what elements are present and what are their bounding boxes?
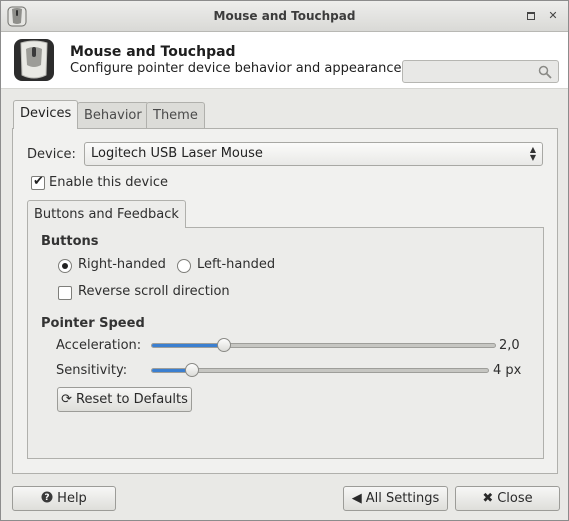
tab-theme[interactable]: Theme	[146, 102, 205, 129]
left-handed-radio[interactable]	[177, 259, 191, 273]
reverse-scroll-label[interactable]: Reverse scroll direction	[78, 284, 230, 299]
buttons-section-title: Buttons	[41, 234, 99, 249]
checkmark-icon: ✔	[33, 174, 44, 189]
dialog-header: Mouse and Touchpad Configure pointer dev…	[1, 32, 568, 89]
header-subtitle: Configure pointer device behavior and ap…	[70, 61, 402, 76]
search-icon	[538, 65, 552, 79]
close-label: Close	[497, 491, 533, 506]
sensitivity-value: 4 px	[493, 363, 522, 378]
radio-dot	[62, 263, 68, 269]
reset-icon: ⟳	[61, 392, 72, 407]
close-button[interactable]: ✖ Close	[455, 486, 560, 511]
title-bar[interactable]: Mouse and Touchpad ✕	[1, 1, 568, 32]
acceleration-slider-handle[interactable]	[217, 338, 231, 352]
tab-buttons-and-feedback[interactable]: Buttons and Feedback	[27, 200, 186, 228]
all-settings-label: All Settings	[365, 491, 440, 506]
enable-device-label[interactable]: Enable this device	[49, 175, 168, 190]
sensitivity-label: Sensitivity:	[56, 363, 128, 378]
right-handed-label[interactable]: Right-handed	[78, 257, 166, 272]
acceleration-value: 2,0	[499, 338, 520, 353]
window-title: Mouse and Touchpad	[213, 9, 356, 23]
tab-devices[interactable]: Devices	[13, 100, 79, 129]
acceleration-label: Acceleration:	[56, 338, 142, 353]
acceleration-slider-fill	[152, 344, 224, 347]
maximize-icon[interactable]	[522, 7, 540, 25]
combo-arrows-icon: ▲ ▼	[529, 145, 536, 162]
sensitivity-slider-handle[interactable]	[185, 363, 199, 377]
reset-to-defaults-label: Reset to Defaults	[76, 392, 188, 407]
reverse-scroll-checkbox[interactable]	[58, 286, 72, 300]
svg-text:?: ?	[45, 493, 50, 503]
device-select[interactable]: Logitech USB Laser Mouse ▲ ▼	[84, 142, 543, 166]
acceleration-slider[interactable]	[151, 338, 496, 352]
help-label: Help	[57, 491, 87, 506]
window: Mouse and Touchpad ✕ Mouse and Touchpad …	[0, 0, 569, 521]
sensitivity-slider[interactable]	[151, 363, 489, 377]
device-label: Device:	[27, 147, 76, 162]
back-arrow-icon: ◀	[351, 491, 362, 506]
close-icon[interactable]: ✕	[544, 7, 562, 25]
help-button[interactable]: ? Help	[12, 486, 116, 511]
right-handed-radio[interactable]	[58, 259, 72, 273]
reset-to-defaults-button[interactable]: ⟳ Reset to Defaults	[57, 387, 192, 412]
all-settings-button[interactable]: ◀ All Settings	[343, 486, 448, 511]
tab-behavior[interactable]: Behavior	[77, 102, 149, 129]
pointer-speed-section-title: Pointer Speed	[41, 316, 145, 331]
enable-device-checkbox[interactable]: ✔	[31, 174, 45, 190]
search-input[interactable]	[402, 60, 559, 83]
help-icon: ?	[41, 487, 53, 510]
device-select-value: Logitech USB Laser Mouse	[91, 146, 263, 161]
mouse-icon	[11, 37, 57, 83]
header-title: Mouse and Touchpad	[70, 44, 236, 60]
close-icon: ✖	[482, 491, 494, 506]
left-handed-label[interactable]: Left-handed	[197, 257, 275, 272]
